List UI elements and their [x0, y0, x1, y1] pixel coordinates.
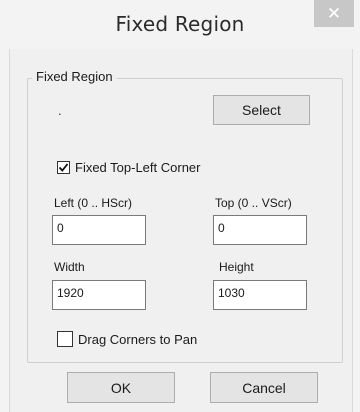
title-bar[interactable]: Fixed Region ✕ — [0, 0, 360, 49]
height-input[interactable]: 1030 — [213, 280, 307, 310]
top-label: Top (0 .. VScr) — [215, 196, 292, 210]
width-label: Width — [54, 260, 85, 274]
fixed-top-left-corner-label: Fixed Top-Left Corner — [75, 160, 201, 175]
fixed-region-dialog: Fixed Region ✕ Fixed Region . Select Fix… — [0, 0, 360, 412]
ok-button[interactable]: OK — [67, 372, 175, 403]
height-label: Height — [219, 260, 254, 274]
groupbox-legend: Fixed Region — [32, 69, 117, 84]
top-input[interactable]: 0 — [213, 215, 307, 245]
left-input[interactable]: 0 — [52, 215, 146, 245]
close-button[interactable]: ✕ — [314, 0, 354, 27]
checkbox-box[interactable] — [57, 161, 70, 174]
left-label: Left (0 .. HScr) — [54, 196, 133, 210]
close-icon: ✕ — [326, 3, 342, 24]
fixed-top-left-corner-checkbox[interactable]: Fixed Top-Left Corner — [57, 160, 201, 175]
checkmark-icon — [58, 163, 69, 172]
checkbox-box[interactable] — [57, 331, 73, 347]
select-button[interactable]: Select — [213, 95, 310, 125]
window-title: Fixed Region — [115, 12, 245, 36]
drag-corners-to-pan-checkbox[interactable]: Drag Corners to Pan — [57, 331, 197, 347]
drag-corners-to-pan-label: Drag Corners to Pan — [78, 331, 198, 347]
cancel-button[interactable]: Cancel — [210, 372, 318, 403]
width-input[interactable]: 1920 — [52, 280, 146, 310]
region-status-text: . — [58, 103, 62, 118]
